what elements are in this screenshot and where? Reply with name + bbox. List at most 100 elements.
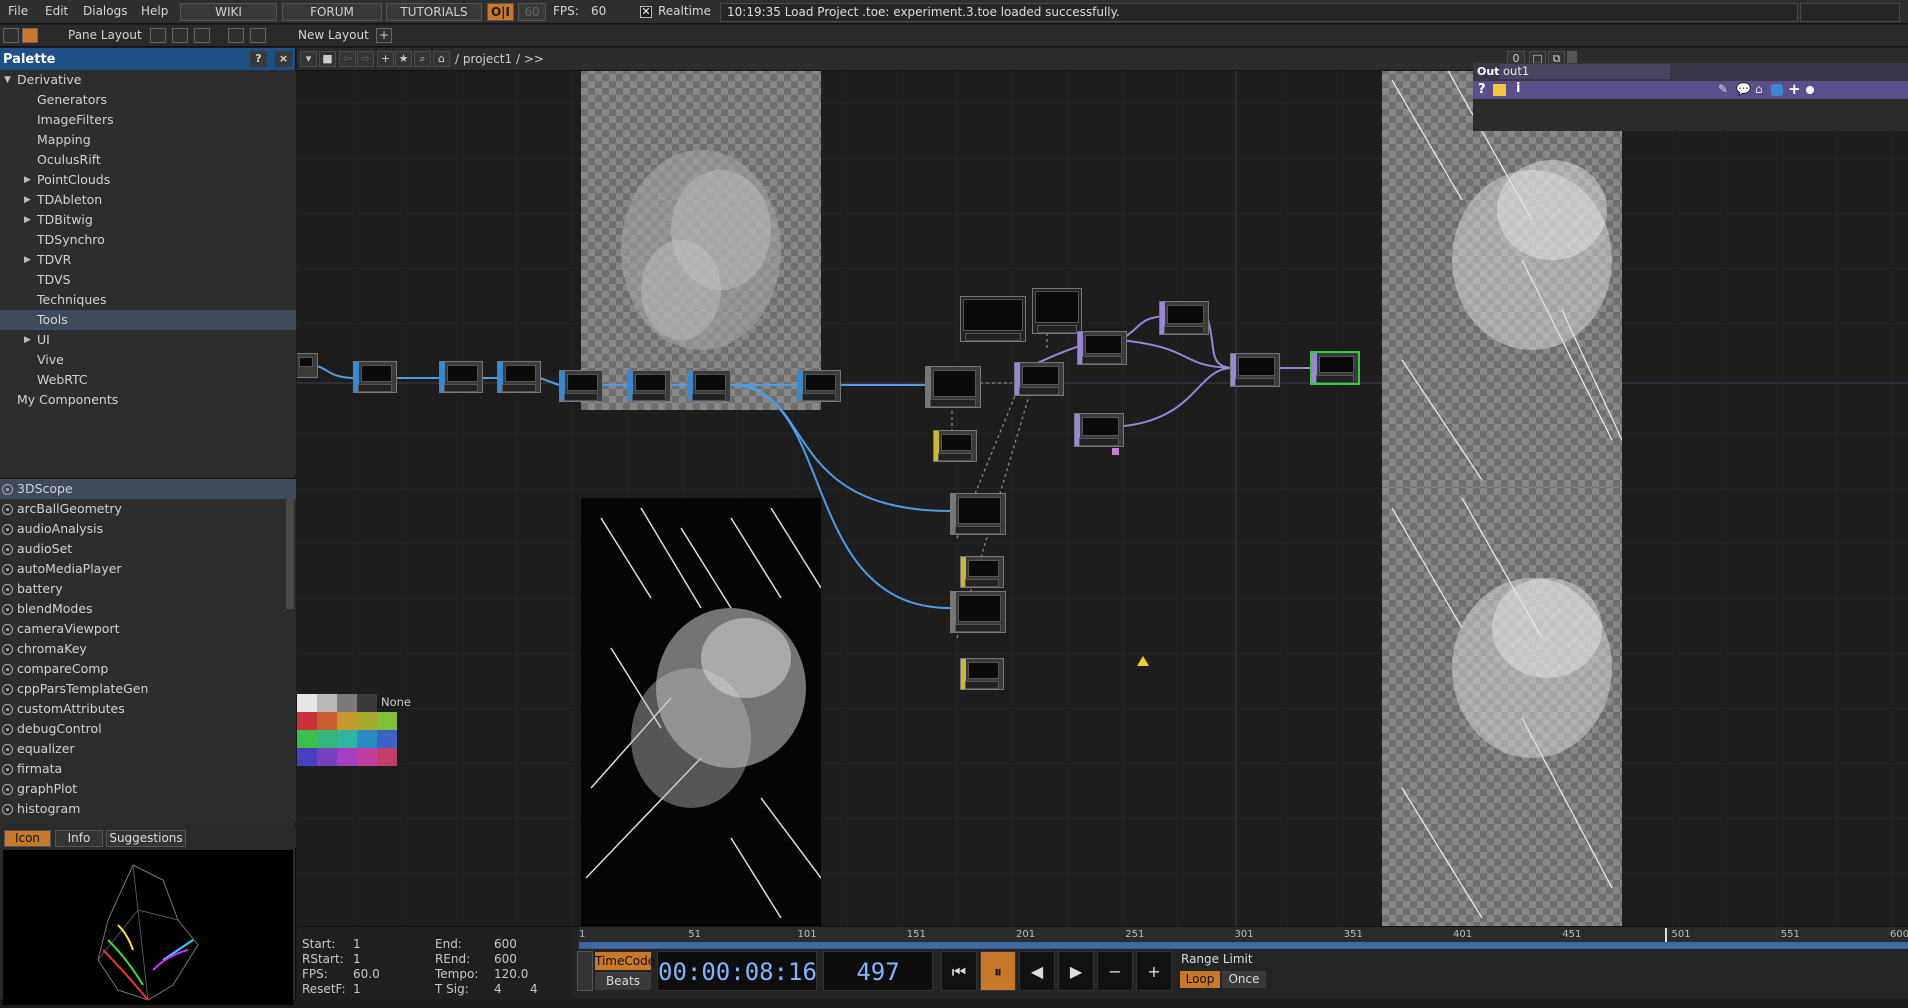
- color-swatch[interactable]: [297, 694, 317, 712]
- list-item[interactable]: customAttributes: [0, 699, 296, 719]
- node-top-6[interactable]: [687, 370, 731, 402]
- tree-item-oculusrift[interactable]: OculusRift: [0, 150, 296, 170]
- tutorials-button[interactable]: TUTORIALS: [386, 3, 482, 21]
- color-swatch[interactable]: [357, 748, 377, 766]
- node-top-2[interactable]: [439, 361, 483, 393]
- list-item[interactable]: 3DScope: [0, 479, 296, 499]
- tree-item-my-components[interactable]: My Components: [0, 390, 296, 410]
- node-geo-2[interactable]: [950, 493, 1006, 535]
- node-sop-3[interactable]: [960, 658, 1004, 690]
- caret-down-icon[interactable]: ▼: [4, 70, 11, 90]
- timecode-display[interactable]: 00:00:08:16: [657, 951, 817, 991]
- menu-edit[interactable]: Edit: [45, 4, 68, 18]
- fps-cap-button[interactable]: 60: [518, 3, 546, 21]
- caret-right-icon[interactable]: ▶: [24, 330, 31, 350]
- bookmark-star-icon[interactable]: ★: [395, 51, 412, 67]
- node-top-4[interactable]: [559, 370, 603, 402]
- node-over[interactable]: [1230, 353, 1280, 387]
- tempo-value[interactable]: 120.0: [494, 967, 528, 981]
- node-render[interactable]: [1014, 362, 1064, 396]
- color-swatch[interactable]: [357, 694, 377, 712]
- realtime-toggle-button[interactable]: O|I: [487, 3, 514, 21]
- color-swatch[interactable]: [337, 730, 357, 748]
- tree-item-generators[interactable]: Generators: [0, 90, 296, 110]
- node-sop-1[interactable]: [933, 430, 977, 462]
- tree-item-ui[interactable]: ▶ UI: [0, 330, 296, 350]
- wiki-button[interactable]: WIKI: [180, 3, 277, 21]
- search-icon[interactable]: ⌕: [414, 51, 431, 67]
- caret-right-icon[interactable]: ▶: [24, 170, 31, 190]
- pane-icon-1[interactable]: [3, 28, 19, 43]
- node-top-5[interactable]: [627, 370, 671, 402]
- node-geo[interactable]: [925, 366, 981, 408]
- tab-info[interactable]: Info: [55, 830, 103, 847]
- color-swatch[interactable]: [317, 694, 337, 712]
- tree-item-vive[interactable]: Vive: [0, 350, 296, 370]
- layout-triple-icon[interactable]: [228, 28, 244, 43]
- list-item[interactable]: battery: [0, 579, 296, 599]
- node-noise-thumb-2[interactable]: [1032, 288, 1082, 334]
- list-item[interactable]: audioSet: [0, 539, 296, 559]
- network-path[interactable]: / project1 / >>: [455, 52, 544, 66]
- tab-suggestions[interactable]: Suggestions: [106, 830, 186, 847]
- end-value[interactable]: 600: [494, 937, 517, 951]
- list-item[interactable]: firmata: [0, 759, 296, 779]
- node-top-7[interactable]: [797, 370, 841, 402]
- op-help-icon[interactable]: ?: [1478, 82, 1486, 97]
- color-none-label[interactable]: None: [381, 695, 411, 709]
- timeline-mode-toggle[interactable]: [577, 951, 593, 991]
- layout-split-v-icon[interactable]: [172, 28, 188, 43]
- node-moviefilein[interactable]: [353, 361, 397, 393]
- fps-setting-value[interactable]: 60.0: [353, 967, 380, 981]
- stop-icon[interactable]: ■: [319, 51, 336, 67]
- rend-value[interactable]: 600: [494, 952, 517, 966]
- color-swatch[interactable]: [377, 730, 397, 748]
- tree-item-webrtc[interactable]: WebRTC: [0, 370, 296, 390]
- palette-help-button[interactable]: ?: [250, 51, 267, 67]
- node-geo-3[interactable]: [950, 591, 1006, 633]
- start-value[interactable]: 1: [353, 937, 361, 951]
- forum-button[interactable]: FORUM: [282, 3, 382, 21]
- warning-icon[interactable]: [1137, 656, 1149, 666]
- list-item[interactable]: chromaKey: [0, 639, 296, 659]
- once-button[interactable]: Once: [1222, 971, 1266, 988]
- playhead-marker[interactable]: [1664, 928, 1667, 942]
- increase-icon[interactable]: +: [1136, 951, 1172, 991]
- node-comp-2[interactable]: [1159, 301, 1209, 335]
- node-in[interactable]: [297, 353, 318, 378]
- color-swatch[interactable]: [297, 748, 317, 766]
- menu-down-icon[interactable]: ▾: [300, 51, 317, 67]
- op-info-icon[interactable]: i: [1516, 81, 1520, 96]
- list-item[interactable]: audioAnalysis: [0, 519, 296, 539]
- caret-right-icon[interactable]: ▶: [24, 190, 31, 210]
- tree-item-tdbitwig[interactable]: ▶ TDBitwig: [0, 210, 296, 230]
- color-swatch[interactable]: [337, 748, 357, 766]
- pause-icon[interactable]: ⏸: [980, 951, 1016, 991]
- color-swatch[interactable]: [357, 730, 377, 748]
- palette-close-button[interactable]: ×: [275, 51, 292, 67]
- tree-item-imagefilters[interactable]: ImageFilters: [0, 110, 296, 130]
- op-name-field[interactable]: out1: [1500, 64, 1670, 79]
- color-swatch[interactable]: [337, 712, 357, 730]
- list-item[interactable]: graphPlot: [0, 779, 296, 799]
- back-icon[interactable]: ⇦: [339, 51, 356, 67]
- tree-item-techniques[interactable]: Techniques: [0, 290, 296, 310]
- color-swatch[interactable]: [297, 712, 317, 730]
- add-op-icon[interactable]: +: [377, 51, 394, 67]
- caret-right-icon[interactable]: ▶: [24, 210, 31, 230]
- range-bar[interactable]: [579, 942, 1908, 948]
- clone-icon[interactable]: ⌂: [1755, 82, 1763, 96]
- tsig-value-a[interactable]: 4: [494, 982, 502, 996]
- color-swatch[interactable]: [317, 730, 337, 748]
- caret-right-icon[interactable]: ▶: [24, 250, 31, 270]
- list-item[interactable]: compareComp: [0, 659, 296, 679]
- python-icon[interactable]: [1771, 84, 1783, 96]
- tree-item-mapping[interactable]: Mapping: [0, 130, 296, 150]
- node-noise-thumb[interactable]: [960, 296, 1026, 342]
- list-item[interactable]: histogram: [0, 799, 296, 819]
- loop-button[interactable]: Loop: [1180, 971, 1220, 988]
- tree-item-tools[interactable]: Tools: [0, 310, 296, 330]
- beats-button[interactable]: Beats: [595, 972, 651, 990]
- color-swatch[interactable]: [377, 712, 397, 730]
- tree-item-tdableton[interactable]: ▶ TDAbleton: [0, 190, 296, 210]
